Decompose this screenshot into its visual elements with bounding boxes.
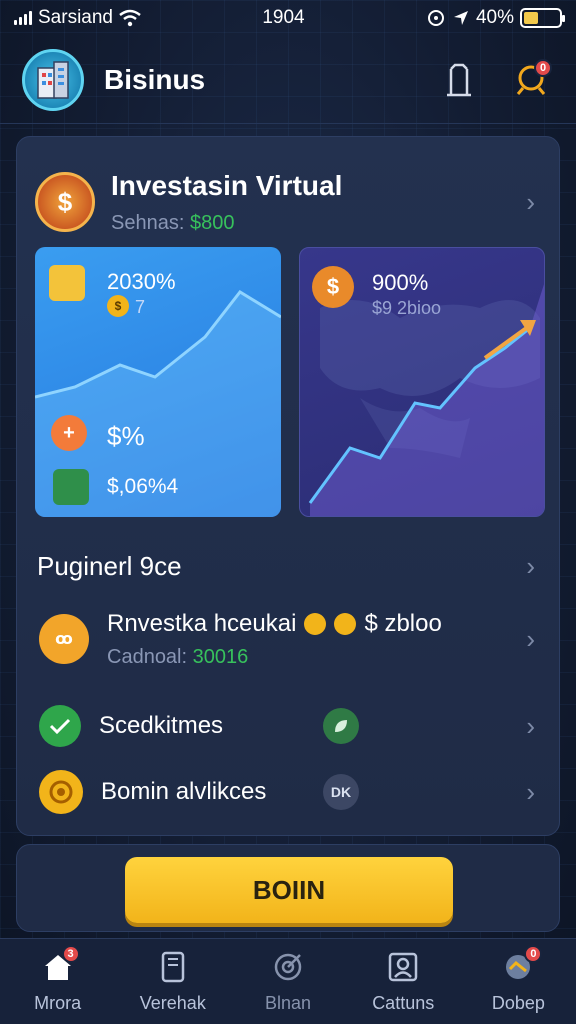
section-header[interactable]: Puginerl 9ce › — [17, 545, 561, 587]
action-card: BOIIN — [16, 844, 560, 932]
status-bar: Sarsiand 1904 40% — [0, 0, 576, 36]
list-item-label: Scedkitmes — [99, 712, 224, 739]
list-item-sub-value: 30016 — [192, 645, 249, 668]
investment-header[interactable]: $ Investasin Virtual Sehnas: $800 › — [17, 157, 561, 247]
battery-percent: 40% — [475, 7, 514, 28]
chevron-right-icon: › — [526, 550, 535, 581]
list-item-title-row: Rnvestka hceukai $ zbloo — [107, 610, 442, 638]
investment-title: Investasin Virtual — [111, 169, 343, 201]
chevron-right-icon: › — [526, 623, 535, 654]
tab-label: Blnan — [264, 993, 312, 1013]
right-tile-small: $9 2bioo — [372, 298, 442, 318]
left-tile-small: 7 — [135, 297, 146, 317]
list-item-schedule[interactable]: Scedkitmes › — [17, 691, 561, 761]
list-item-investment[interactable]: ꝏ Rnvestka hceukai $ zbloo Cadnoal: 3001… — [17, 599, 561, 679]
primary-button[interactable]: BOIIN — [125, 857, 453, 923]
dollar-shield-icon: $ — [35, 172, 95, 232]
tab-plan[interactable]: Blnan — [230, 939, 345, 1024]
battery-icon — [520, 8, 565, 28]
tab-reports[interactable]: Verehak — [115, 939, 230, 1024]
alerts-button[interactable]: 0 — [508, 57, 554, 103]
list-item-sub-label: Cadnoal: — [107, 645, 188, 668]
tab-bar: 3 Mrora Verehak Blnan Cattuns 0 Dobep — [0, 938, 576, 1024]
list-item-suffix: $ zbloo — [364, 609, 442, 637]
tab-label: Mrora — [34, 993, 82, 1013]
tab-label: Dobep — [491, 993, 545, 1013]
chevron-right-icon: › — [526, 776, 535, 807]
right-tile-percent: 900% — [372, 270, 429, 295]
alerts-badge: 0 — [534, 58, 552, 77]
section-title: Puginerl 9ce — [37, 550, 182, 581]
investment-subtitle-value: $800 — [189, 211, 235, 234]
list-item-bonus[interactable]: Bomin alvlikces DK › — [17, 757, 561, 827]
gold-crate-icon — [49, 265, 85, 301]
list-item-label: Bomin alvlikces — [101, 778, 267, 805]
cash-icon — [53, 469, 89, 505]
carrier-name: Sarsiand — [38, 7, 113, 28]
investment-subtitle-label: Sehnas: — [111, 211, 185, 234]
location-arrow-icon — [453, 11, 468, 25]
tablet-icon — [153, 949, 193, 985]
chevron-right-icon: › — [526, 186, 535, 217]
stats-tile-right[interactable]: $ 900% $9 2bioo — [299, 247, 545, 517]
wifi-icon — [119, 9, 141, 27]
main-card: $ Investasin Virtual Sehnas: $800 › 2030… — [16, 136, 560, 836]
check-shield-icon — [39, 705, 81, 747]
profile-badge: 0 — [524, 945, 543, 963]
coin-icon — [334, 612, 357, 635]
coin-bag-icon: $ — [312, 266, 354, 308]
home-icon: 3 — [38, 945, 80, 985]
coin-icon — [304, 612, 327, 635]
status-right: 40% — [426, 7, 565, 29]
tab-label: Verehak — [139, 993, 206, 1013]
target-icon — [39, 770, 83, 814]
plus-coin-icon: + — [51, 415, 87, 451]
coin-icon: $ — [107, 295, 129, 317]
status-left: Sarsiand — [14, 7, 141, 29]
tab-settings[interactable]: Cattuns — [346, 939, 461, 1024]
list-item-sub: Cadnoal: 30016 — [107, 646, 442, 669]
dk-badge: DK — [323, 774, 359, 810]
app-header: Bisinus 0 — [0, 36, 576, 124]
target-tab-icon — [268, 949, 308, 985]
list-item-label: Rnvestka hceukai — [107, 609, 297, 637]
building-icon — [37, 60, 69, 99]
document-button[interactable] — [436, 57, 482, 103]
left-tile-percent: 2030% — [107, 269, 176, 294]
investment-subtitle: Sehnas: $800 — [111, 212, 342, 235]
document-icon — [447, 63, 471, 96]
signal-icon — [14, 11, 32, 25]
tab-home[interactable]: 3 Mrora — [0, 939, 115, 1024]
avatar-icon: 0 — [498, 945, 543, 985]
alarm-icon — [427, 10, 444, 26]
profile-frame-icon — [383, 949, 423, 985]
tab-label: Cattuns — [372, 993, 435, 1013]
tab-profile[interactable]: 0 Dobep — [461, 939, 576, 1024]
left-tile-mid: $% — [107, 421, 145, 451]
status-time: 1904 — [262, 7, 305, 28]
app-title: Bisinus — [104, 63, 206, 95]
investment-coin-icon: ꝏ — [39, 614, 89, 664]
app-logo[interactable] — [22, 48, 84, 111]
left-tile-bottom: $,06%4 — [107, 475, 179, 498]
home-badge: 3 — [61, 945, 80, 963]
chevron-right-icon: › — [526, 710, 535, 741]
leaf-icon — [323, 708, 359, 744]
stats-tile-left[interactable]: 2030% $ 7 + $% $,06%4 — [35, 247, 281, 517]
